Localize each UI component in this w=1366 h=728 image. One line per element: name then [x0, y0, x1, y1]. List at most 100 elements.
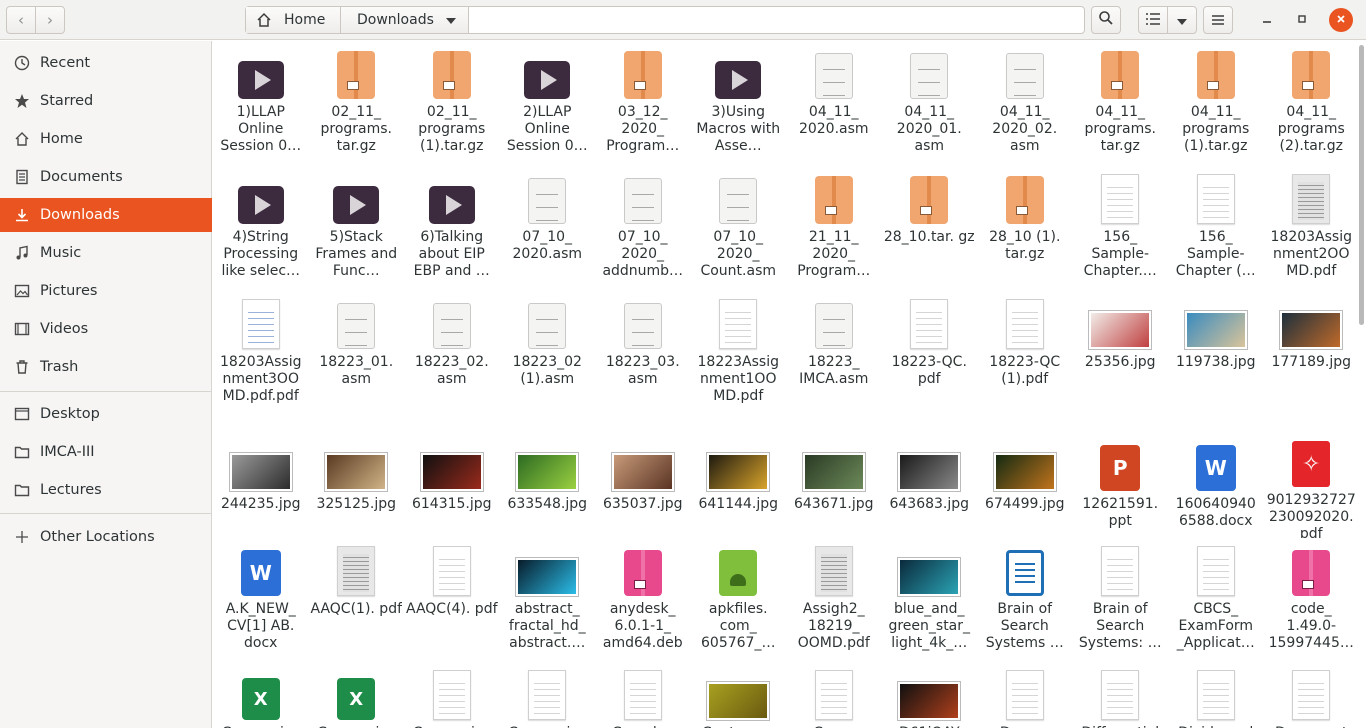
file-item[interactable]: 18223Assig nment1OO MD.pdf	[691, 291, 787, 433]
file-item[interactable]: CBCS_ ExamForm _Applicat…	[1168, 538, 1264, 662]
file-item[interactable]: P 12621591. ppt	[1073, 433, 1169, 538]
file-item[interactable]: Divide and	[1168, 662, 1264, 728]
file-item[interactable]: 674499.jpg	[977, 433, 1073, 538]
file-item[interactable]: 04_11_ 2020_01. asm	[882, 41, 978, 166]
file-item[interactable]: 643671.jpg	[786, 433, 882, 538]
file-item[interactable]: 04_11_ 2020_02. asm	[977, 41, 1073, 166]
file-item[interactable]: 4)String Processing like selec…	[213, 166, 309, 291]
file-item[interactable]: 156_ Sample- Chapter.…	[1073, 166, 1169, 291]
file-item[interactable]: 02_11_ programs. tar.gz	[309, 41, 405, 166]
file-item[interactable]: 1)LLAP Online Session 0…	[213, 41, 309, 166]
file-item[interactable]: 28_10.tar. gz	[882, 166, 978, 291]
sidebar-item-pictures[interactable]: Pictures	[0, 274, 212, 308]
breadcrumb-downloads[interactable]: Downloads	[341, 7, 469, 33]
file-item[interactable]: Companies	[404, 662, 500, 728]
file-item[interactable]: 633548.jpg	[500, 433, 596, 538]
breadcrumb-home[interactable]: Home	[246, 7, 341, 33]
file-item[interactable]: W A.K_NEW_ CV[1] AB. docx	[213, 538, 309, 662]
file-item[interactable]: 6)Talking about EIP EBP and …	[404, 166, 500, 291]
sidebar-item-home[interactable]: Home	[0, 122, 212, 156]
file-item[interactable]: 641144.jpg	[691, 433, 787, 538]
sidebar-item-downloads[interactable]: Downloads	[0, 198, 212, 232]
file-item[interactable]: 3)Using Macros with Asse…	[691, 41, 787, 166]
file-item[interactable]: 18223_ IMCA.asm	[786, 291, 882, 433]
file-item[interactable]: 04_11_ programs (1).tar.gz	[1168, 41, 1264, 166]
file-item[interactable]: 07_10_ 2020_ addnumb…	[595, 166, 691, 291]
file-item[interactable]: 04_11_ 2020.asm	[786, 41, 882, 166]
file-item[interactable]: Brain of Search Systems: …	[1073, 538, 1169, 662]
file-item[interactable]: 177189.jpg	[1264, 291, 1357, 433]
file-item[interactable]: anydesk_ 6.0.1-1_ amd64.deb	[595, 538, 691, 662]
main-menu-button[interactable]	[1203, 6, 1233, 34]
sidebar-item-recent[interactable]: Recent	[0, 46, 212, 80]
file-item[interactable]: 07_10_ 2020.asm	[500, 166, 596, 291]
list-view-button[interactable]	[1138, 6, 1168, 34]
file-item[interactable]: 28_10 (1). tar.gz	[977, 166, 1073, 291]
file-item[interactable]: 18203Assig nment2OO MD.pdf	[1264, 166, 1357, 291]
file-item[interactable]: 25356.jpg	[1073, 291, 1169, 433]
vertical-scrollbar[interactable]	[1357, 41, 1366, 728]
file-item[interactable]: XCompanies	[213, 662, 309, 728]
sidebar-item-music[interactable]: Music	[0, 236, 212, 270]
file-item[interactable]: XCompanies	[309, 662, 405, 728]
maximize-button[interactable]	[1290, 8, 1314, 32]
file-item[interactable]: 03_12_ 2020_ Program…	[595, 41, 691, 166]
file-item[interactable]: 643683.jpg	[882, 433, 978, 538]
file-item[interactable]: 18223-QC (1).pdf	[977, 291, 1073, 433]
file-item[interactable]: apkfiles. com_ 605767_…	[691, 538, 787, 662]
file-item[interactable]: Complex	[595, 662, 691, 728]
file-item[interactable]: 21_11_ 2020_ Program…	[786, 166, 882, 291]
sidebar-item-trash[interactable]: Trash	[0, 350, 212, 384]
file-item[interactable]: 18223_02 (1).asm	[500, 291, 596, 433]
minimize-button[interactable]	[1255, 8, 1279, 32]
view-options-button[interactable]	[1167, 6, 1197, 34]
sidebar-item-desktop[interactable]: Desktop	[0, 397, 212, 431]
file-item[interactable]: 18223_01. asm	[309, 291, 405, 433]
file-icon-wrapper	[1005, 174, 1044, 224]
file-item[interactable]: D61iQAY	[882, 662, 978, 728]
file-item[interactable]: 244235.jpg	[213, 433, 309, 538]
sidebar-item-starred[interactable]: Starred	[0, 84, 212, 118]
file-item[interactable]: Decree	[977, 662, 1073, 728]
file-item[interactable]: Document	[1264, 662, 1357, 728]
file-item[interactable]: 119738.jpg	[1168, 291, 1264, 433]
file-item[interactable]: 04_11_ programs. tar.gz	[1073, 41, 1169, 166]
sidebar-item-lectures[interactable]: Lectures	[0, 473, 212, 507]
sidebar-item-videos[interactable]: Videos	[0, 312, 212, 346]
file-item[interactable]: 18223-QC. pdf	[882, 291, 978, 433]
file-item[interactable]: 04_11_ programs (2).tar.gz	[1264, 41, 1357, 166]
file-item[interactable]: AAQC(4). pdf	[404, 538, 500, 662]
file-item[interactable]: 18223_03. asm	[595, 291, 691, 433]
back-button[interactable]: ‹	[6, 6, 36, 34]
file-item[interactable]: W 160640940 6588.docx	[1168, 433, 1264, 538]
file-item[interactable]: ✧ 9012932727 230092020. pdf	[1264, 433, 1357, 538]
file-item[interactable]: abstract_ fractal_hd_ abstract.…	[500, 538, 596, 662]
file-item[interactable]: 614315.jpg	[404, 433, 500, 538]
file-item[interactable]: blue_and_ green_star_ light_4k_…	[882, 538, 978, 662]
file-item[interactable]: 02_11_ programs (1).tar.gz	[404, 41, 500, 166]
sidebar-item-label: Videos	[40, 321, 89, 337]
file-item[interactable]: 635037.jpg	[595, 433, 691, 538]
file-item[interactable]: Assigh2_ 18219_ OOMD.pdf	[786, 538, 882, 662]
forward-button[interactable]: ›	[35, 6, 65, 34]
file-item[interactable]: 18223_02. asm	[404, 291, 500, 433]
file-item[interactable]: 156_ Sample- Chapter (…	[1168, 166, 1264, 291]
sidebar-item-imca-iii[interactable]: IMCA-III	[0, 435, 212, 469]
file-item[interactable]: 18203Assig nment3OO MD.pdf.pdf	[213, 291, 309, 433]
scrollbar-thumb[interactable]	[1359, 45, 1364, 325]
file-item[interactable]: 325125.jpg	[309, 433, 405, 538]
file-item[interactable]: 2)LLAP Online Session 0…	[500, 41, 596, 166]
file-item[interactable]: 07_10_ 2020_ Count.asm	[691, 166, 787, 291]
file-item[interactable]: Cover	[786, 662, 882, 728]
file-item[interactable]: code_ 1.49.0- 15997445…	[1264, 538, 1357, 662]
file-item[interactable]: Brain of Search Systems …	[977, 538, 1073, 662]
file-item[interactable]: Differential	[1073, 662, 1169, 728]
file-item[interactable]: AAQC(1). pdf	[309, 538, 405, 662]
search-button[interactable]	[1091, 6, 1121, 34]
close-button[interactable]	[1329, 8, 1353, 32]
file-item[interactable]: 5)Stack Frames and Func…	[309, 166, 405, 291]
file-item[interactable]: Contempo	[691, 662, 787, 728]
sidebar-item-other-locations[interactable]: Other Locations	[0, 520, 212, 554]
file-item[interactable]: Companies	[500, 662, 596, 728]
sidebar-item-documents[interactable]: Documents	[0, 160, 212, 194]
